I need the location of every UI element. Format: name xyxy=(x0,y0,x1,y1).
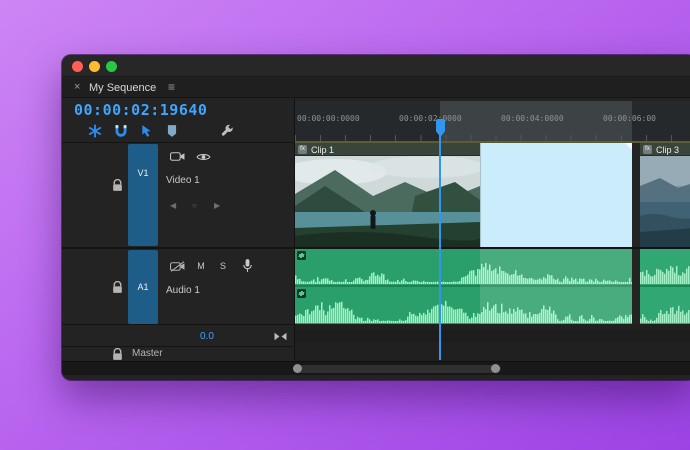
prev-keyframe-icon[interactable]: ◀ xyxy=(170,201,176,210)
audio-waveform-right xyxy=(640,299,690,323)
video-track-name: Video 1 xyxy=(166,175,200,186)
audio-waveform-left xyxy=(640,260,690,284)
settings-wrench-icon[interactable] xyxy=(220,124,234,138)
mute-track-button[interactable]: M xyxy=(194,261,208,271)
track-output-eye-icon[interactable] xyxy=(196,152,211,162)
video-track-lock-icon[interactable] xyxy=(112,179,123,192)
ruler-minor-label: 00 xyxy=(554,114,564,123)
panel-menu-icon[interactable]: ≡ xyxy=(168,80,175,94)
clip-header: fx Clip 1 xyxy=(295,143,480,156)
audio-clip-1[interactable] xyxy=(295,249,632,324)
panel-tab-title[interactable]: My Sequence xyxy=(89,82,156,94)
camera-icon[interactable] xyxy=(170,151,185,162)
audio-lane-right xyxy=(295,287,632,324)
video-clip-2-selected[interactable] xyxy=(480,143,632,247)
master-track-lock-icon[interactable] xyxy=(112,348,123,361)
video-target-label: V1 xyxy=(137,168,149,178)
header-separator xyxy=(62,346,295,347)
zoom-handle-right[interactable] xyxy=(491,364,500,373)
zoom-window-button[interactable] xyxy=(106,61,117,72)
fx-badge: fx xyxy=(643,145,652,154)
desktop-background: × My Sequence ≡ 00:00:02:19640 00:00:00:… xyxy=(0,0,690,450)
fx-badge: fx xyxy=(298,145,307,154)
app-window: × My Sequence ≡ 00:00:02:19640 00:00:00:… xyxy=(62,55,690,380)
panel-close-icon[interactable]: × xyxy=(74,81,80,93)
audio-lane-left xyxy=(640,249,690,285)
solo-track-button[interactable]: S xyxy=(216,261,230,271)
master-track-name: Master xyxy=(132,348,163,359)
playhead-line[interactable] xyxy=(439,135,441,360)
linked-selection-icon[interactable] xyxy=(140,124,154,138)
close-window-button[interactable] xyxy=(72,61,83,72)
zoom-handle-left[interactable] xyxy=(293,364,302,373)
video-clip-1[interactable]: fx Clip 1 xyxy=(295,143,480,247)
ruler-label: 00:00:06:00 xyxy=(603,114,656,123)
audio-fx-badge xyxy=(297,289,306,298)
clip-thumbnail xyxy=(640,156,690,247)
clip-header: fx Clip 3 xyxy=(640,143,690,156)
header-separator xyxy=(62,142,295,143)
audio-lane-right xyxy=(640,287,690,324)
audio-target-label: A1 xyxy=(137,282,149,292)
video-track-target-v1[interactable]: V1 xyxy=(128,144,158,246)
clip-label: Clip 3 xyxy=(656,145,680,155)
ruler-label: 00:00:00:00 xyxy=(297,114,350,123)
master-track-lane xyxy=(295,330,690,342)
clip-out-point-marker xyxy=(625,143,632,150)
snap-magnet-icon[interactable] xyxy=(114,124,128,138)
voiceover-mic-icon[interactable] xyxy=(242,258,253,273)
header-separator xyxy=(62,324,295,325)
nest-toggle-icon[interactable] xyxy=(88,124,102,138)
ruler-minor-label: 00 xyxy=(452,114,462,123)
fader-bowtie-icon[interactable] xyxy=(274,332,287,341)
add-marker-icon[interactable] xyxy=(166,124,180,138)
ruler-label: 00:00:04:00 xyxy=(501,114,554,123)
audio-track-lock-icon[interactable] xyxy=(112,281,123,294)
audio-lane-left xyxy=(295,249,632,285)
camera-off-icon[interactable] xyxy=(170,261,185,272)
window-titlebar xyxy=(62,55,690,77)
clip-label: Clip 1 xyxy=(311,145,335,155)
scrollbar-thumb[interactable] xyxy=(295,365,501,373)
timeline-scrollbar[interactable] xyxy=(62,361,690,375)
audio-level-value[interactable]: 0.0 xyxy=(200,331,214,342)
video-clip-3[interactable]: fx Clip 3 xyxy=(640,143,690,247)
next-keyframe-icon[interactable]: ▶ xyxy=(214,201,220,210)
clip-thumbnail xyxy=(295,156,480,247)
audio-track-name: Audio 1 xyxy=(166,285,200,296)
add-keyframe-icon[interactable]: ○ xyxy=(192,201,197,210)
audio-waveform-right xyxy=(295,299,632,323)
playhead-timecode[interactable]: 00:00:02:19640 xyxy=(74,101,207,119)
audio-track-target-a1[interactable]: A1 xyxy=(128,250,158,324)
ruler-minor-label: 00 xyxy=(350,114,360,123)
audio-waveform-left xyxy=(295,260,632,284)
audio-fx-badge xyxy=(297,251,306,260)
minimize-window-button[interactable] xyxy=(89,61,100,72)
audio-clip-3[interactable] xyxy=(640,249,690,324)
time-ruler[interactable]: 00:00:00:00 00:00:02:00 00:00:04:00 00:0… xyxy=(295,101,690,141)
panel-tab-bar: × My Sequence ≡ xyxy=(62,78,690,98)
